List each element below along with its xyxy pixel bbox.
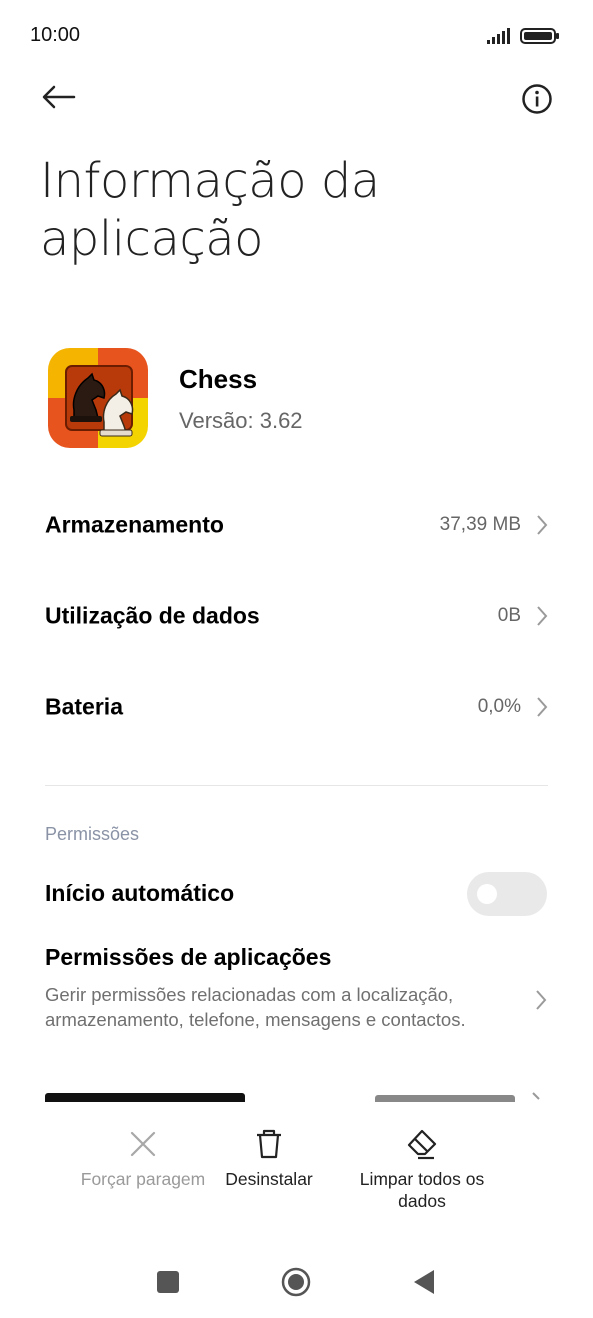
trash-icon (257, 1129, 281, 1159)
page-title: Informação da aplicação (40, 153, 380, 267)
battery-label: Bateria (45, 693, 123, 720)
info-icon (522, 84, 552, 114)
autostart-label: Início automático (45, 880, 235, 906)
battery-value: 0,0% (477, 696, 521, 717)
chevron-right-icon (537, 515, 548, 535)
back-button[interactable] (38, 78, 86, 118)
triangle-back-icon (414, 1270, 434, 1294)
chevron-right-icon (537, 606, 548, 626)
clipped-row-text-fragment (45, 1092, 540, 1102)
app-permissions-title[interactable]: Permissões de aplicações (45, 944, 331, 971)
data-usage-value: 0B (497, 605, 521, 626)
force-stop-label: Forçar paragem (80, 1169, 206, 1189)
storage-row[interactable]: Armazenamento 37,39 MB (0, 480, 593, 570)
info-button[interactable] (516, 78, 558, 120)
uninstall-label: Desinstalar (225, 1169, 313, 1189)
app-name: Chess (179, 364, 258, 394)
close-icon (130, 1131, 156, 1157)
app-version: Versão: 3.62 (179, 408, 303, 433)
chevron-right-icon[interactable] (534, 988, 548, 1012)
signal-icon (487, 28, 510, 44)
clipped-row[interactable] (45, 1090, 548, 1102)
status-time: 10:00 (30, 24, 81, 46)
app-permissions-description: Gerir permissões relacionadas com a loca… (45, 984, 466, 1030)
nav-home-button[interactable] (280, 1266, 312, 1298)
clear-data-button[interactable]: Limpar todos os dados (350, 1128, 494, 1212)
data-usage-label: Utilização de dados (45, 602, 260, 629)
chess-app-icon (48, 348, 148, 448)
battery-icon (520, 28, 559, 44)
nav-back-button[interactable] (412, 1269, 436, 1295)
eraser-icon (407, 1129, 437, 1160)
battery-row[interactable]: Bateria 0,0% (0, 662, 593, 752)
toggle-knob (477, 884, 497, 904)
circle-icon (281, 1267, 311, 1297)
nav-recents-button[interactable] (156, 1270, 180, 1294)
chevron-right-icon (537, 697, 548, 717)
storage-label: Armazenamento (45, 511, 224, 538)
divider (45, 785, 548, 786)
square-icon (157, 1271, 179, 1293)
data-usage-row[interactable]: Utilização de dados 0B (0, 571, 593, 661)
uninstall-button[interactable]: Desinstalar (218, 1128, 320, 1190)
permissions-section-label: Permissões (45, 824, 140, 844)
storage-value: 37,39 MB (439, 514, 521, 535)
autostart-toggle[interactable] (467, 872, 547, 916)
clear-data-label: Limpar todos os dados (359, 1169, 485, 1211)
arrow-left-icon (42, 85, 76, 109)
force-stop-button[interactable]: Forçar paragem (76, 1128, 210, 1190)
